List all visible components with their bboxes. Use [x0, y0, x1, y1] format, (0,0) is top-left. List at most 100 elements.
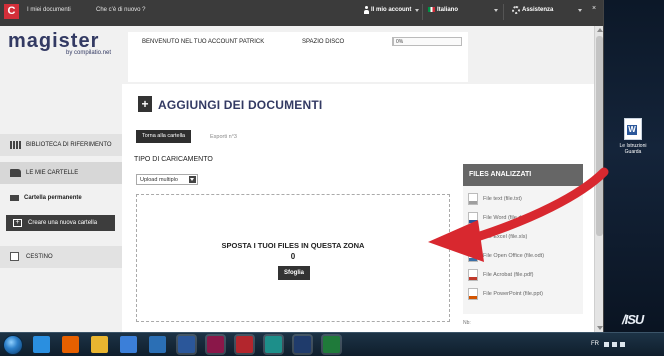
desktop-background: [604, 0, 664, 332]
dropzone-text: SPOSTA I TUOI FILES IN QUESTA ZONA: [221, 241, 365, 250]
indesign-icon[interactable]: [207, 336, 224, 353]
sidebar-item-label: LE MIE CARTELLE: [26, 170, 79, 176]
file-type-row: File Excel (file.xls): [468, 231, 582, 245]
asus-logo: /ISU: [622, 312, 644, 327]
file-type-label: File Excel (file.xls): [483, 234, 528, 240]
sidebar-item-my-folders[interactable]: LE MIE CARTELLE: [0, 162, 122, 184]
back-to-folder-button[interactable]: Torna alla cartella: [136, 130, 192, 143]
new-folder-button[interactable]: + Creare una nuova cartella: [6, 215, 115, 231]
file-type-label: File Word (file.doc): [483, 215, 530, 221]
user-icon: [364, 6, 369, 14]
trash-icon: [10, 252, 19, 261]
file-type-row: File text (file.txt): [468, 193, 582, 207]
media-icon[interactable]: [120, 336, 137, 353]
desktop-shortcut[interactable]: Le Istruzioni Guarda: [612, 118, 654, 166]
sidebar-item-label: CESTINO: [26, 254, 53, 260]
folder-icon: [10, 195, 19, 201]
tray-network-icon[interactable]: [612, 342, 617, 347]
top-navbar: C I miei documenti Che c'è di nuovo ? Il…: [0, 0, 603, 26]
chevron-down-icon[interactable]: [578, 9, 582, 12]
scroll-up-icon[interactable]: [597, 28, 603, 32]
tray-language[interactable]: FR: [591, 341, 599, 347]
file-type-icon: [468, 250, 478, 262]
browse-button[interactable]: Sfoglia: [278, 266, 310, 280]
sidebar-item-label: Cartella permanente: [24, 195, 82, 201]
add-folder-icon: +: [13, 219, 22, 227]
upload-type-value: Upload multiplo: [140, 177, 178, 183]
firefox-icon[interactable]: [62, 336, 79, 353]
scroll-down-icon[interactable]: [597, 326, 603, 330]
export-count: Esporti n°3: [210, 134, 237, 140]
disk-space-label: SPAZIO DISCO: [302, 39, 345, 45]
file-type-icon: [468, 193, 478, 205]
word-icon[interactable]: [178, 336, 195, 353]
account-panel: BENVENUTO NEL TUO ACCOUNT PATRICK SPAZIO…: [128, 32, 468, 82]
screen: Le Istruzioni Guarda /ISU C I miei docum…: [0, 0, 664, 356]
scrollbar-thumb[interactable]: [596, 36, 603, 236]
file-type-row: File PowerPoint (file.ppt): [468, 288, 582, 302]
file-type-icon: [468, 231, 478, 243]
sidebar-item-library[interactable]: BIBLIOTECA DI RIFERIMENTO: [0, 134, 122, 156]
file-type-label: File text (file.txt): [483, 196, 522, 202]
analyzed-files-panel: FILES ANALIZZATI File text (file.txt) Fil…: [463, 164, 583, 314]
file-type-label: File Open Office (file.odt): [483, 253, 545, 259]
new-folder-label: Creare una nuova cartella: [28, 220, 98, 226]
welcome-text: BENVENUTO NEL TUO ACCOUNT PATRICK: [142, 39, 265, 45]
language-selector[interactable]: Italiano: [437, 7, 458, 13]
dropzone-count: 0: [290, 252, 296, 261]
app-green-icon[interactable]: [265, 336, 282, 353]
magister-logo[interactable]: magister: [8, 31, 99, 51]
italy-flag-icon: [428, 7, 435, 12]
file-type-row: File Acrobat (file.pdf): [468, 269, 582, 283]
folder-icon: [10, 169, 21, 177]
divider: [503, 4, 504, 20]
tray-flag-icon[interactable]: [604, 342, 609, 347]
analyzed-files-header: FILES ANALIZZATI: [463, 164, 583, 186]
ie-icon[interactable]: [33, 336, 50, 353]
sidebar-item-trash[interactable]: CESTINO: [0, 246, 122, 268]
sidebar: BIBLIOTECA DI RIFERIMENTO LE MIE CARTELL…: [0, 84, 122, 332]
file-type-icon: [468, 212, 478, 224]
scrollbar[interactable]: [594, 26, 603, 332]
file-type-row: File Open Office (file.odt): [468, 250, 582, 264]
file-type-icon: [468, 288, 478, 300]
file-type-icon: [468, 269, 478, 281]
nav-my-account[interactable]: Il mio account: [371, 7, 411, 13]
disk-usage-bar: 0%: [392, 37, 462, 46]
page-title: AGGIUNGI DEI DOCUMENTI: [158, 98, 323, 112]
sidebar-item-label: BIBLIOTECA DI RIFERIMENTO: [26, 142, 112, 148]
tray-volume-icon[interactable]: [620, 342, 625, 347]
page-header: magister by compilatio.net BENVENUTO NEL…: [0, 26, 594, 84]
photoshop-icon[interactable]: [294, 336, 311, 353]
nav-my-documents[interactable]: I miei documenti: [27, 7, 71, 13]
explorer-icon[interactable]: [91, 336, 108, 353]
library-icon: [10, 141, 22, 149]
gear-icon: [512, 6, 520, 14]
excel-icon[interactable]: [323, 336, 340, 353]
file-type-label: File Acrobat (file.pdf): [483, 272, 534, 278]
close-icon[interactable]: ×: [592, 5, 596, 12]
upload-type-label: TIPO DI CARICAMENTO: [134, 156, 213, 163]
chevron-down-icon[interactable]: [415, 9, 419, 12]
chevron-down-icon[interactable]: [494, 9, 498, 12]
analyzed-files-title: FILES ANALIZZATI: [469, 171, 532, 178]
word-document-icon: [624, 118, 642, 140]
logo-subtitle: by compilatio.net: [66, 50, 112, 56]
start-button[interactable]: [3, 335, 23, 355]
chevron-down-icon[interactable]: [189, 176, 196, 183]
file-type-row: File Word (file.doc): [468, 212, 582, 226]
brand-logo[interactable]: C: [4, 4, 19, 19]
nav-help[interactable]: Assistenza: [522, 7, 553, 13]
upload-type-select[interactable]: Upload multiplo: [136, 174, 198, 185]
add-document-icon: +: [138, 96, 152, 112]
browser-window: C I miei documenti Che c'è di nuovo ? Il…: [0, 0, 604, 332]
divider: [422, 4, 423, 20]
filezilla-icon[interactable]: [236, 336, 253, 353]
main-content: + AGGIUNGI DEI DOCUMENTI Torna alla cart…: [122, 84, 594, 332]
outlook-icon[interactable]: [149, 336, 166, 353]
disk-usage-fill: [393, 38, 394, 45]
disk-usage-percent: 0%: [396, 39, 404, 45]
file-dropzone[interactable]: SPOSTA I TUOI FILES IN QUESTA ZONA 0 Sfo…: [136, 194, 450, 322]
nav-whats-new[interactable]: Che c'è di nuovo ?: [96, 7, 146, 13]
sidebar-item-permanent-folder[interactable]: Cartella permanente: [0, 192, 122, 206]
